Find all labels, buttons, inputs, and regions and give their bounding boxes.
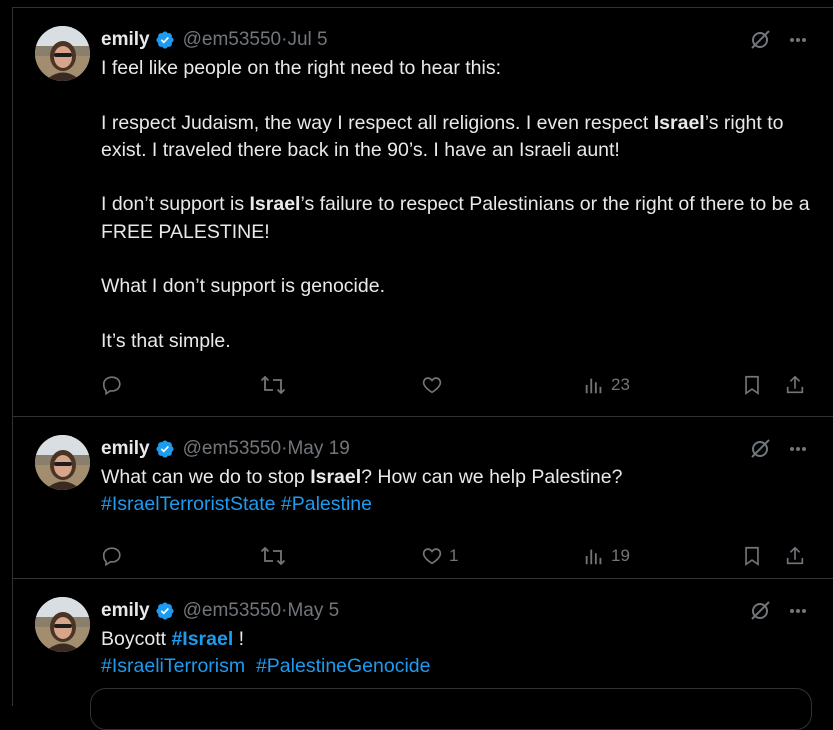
tweet-header: emily @em53550 · May 19 bbox=[101, 438, 350, 460]
tweet-line: Boycott #Israel ! bbox=[101, 628, 245, 650]
tweet-header: emily @em53550 · Jul 5 bbox=[101, 29, 328, 51]
keyword-highlight: Israel bbox=[249, 193, 301, 216]
hashtag-link[interactable]: #PalestineGenocide bbox=[256, 655, 431, 677]
share-icon bbox=[784, 545, 806, 567]
retweet-icon bbox=[260, 545, 286, 567]
grok-icon[interactable] bbox=[748, 28, 772, 52]
retweet-button[interactable] bbox=[260, 545, 292, 567]
tweet-paragraph: What I don’t support is genocide. bbox=[101, 275, 385, 298]
avatar[interactable] bbox=[35, 26, 90, 81]
views-button[interactable]: 19 bbox=[583, 545, 630, 567]
avatar[interactable] bbox=[35, 435, 90, 490]
handle[interactable]: @em53550 bbox=[183, 29, 282, 51]
views-button[interactable]: 23 bbox=[583, 374, 630, 396]
timestamp[interactable]: May 19 bbox=[287, 438, 349, 460]
reply-icon bbox=[101, 374, 123, 396]
hashtag-link[interactable]: #IsraeliTerrorism bbox=[101, 655, 245, 677]
tweet-actions: 23 bbox=[101, 374, 813, 400]
hashtag-link[interactable]: #Israel bbox=[171, 628, 233, 650]
timestamp[interactable]: Jul 5 bbox=[287, 29, 327, 51]
verified-badge-icon bbox=[155, 439, 175, 459]
heart-icon bbox=[421, 545, 443, 567]
share-button[interactable] bbox=[784, 545, 806, 567]
display-name[interactable]: emily bbox=[101, 29, 150, 51]
handle[interactable]: @em53550 bbox=[183, 438, 282, 460]
tweet-header: emily @em53550 · May 5 bbox=[101, 600, 339, 622]
like-button[interactable]: 1 bbox=[421, 545, 458, 567]
tweet-top-actions bbox=[748, 437, 808, 461]
retweet-icon bbox=[260, 374, 286, 396]
hashtag-link[interactable]: #Palestine bbox=[281, 493, 372, 515]
bookmark-button[interactable] bbox=[741, 545, 763, 567]
tweet-top-actions bbox=[748, 599, 808, 623]
tweet-hashtags: #IsraeliTerrorism #PalestineGenocide bbox=[101, 653, 813, 680]
like-count: 1 bbox=[449, 546, 459, 565]
timeline: emily @em53550 · Jul 5 I feel like peopl… bbox=[12, 7, 833, 706]
tweet-actions: 1 19 bbox=[101, 545, 813, 571]
reply-button[interactable] bbox=[101, 545, 129, 567]
more-options-icon[interactable] bbox=[788, 601, 808, 621]
tweet-text: Boycott #Israel ! #IsraeliTerrorism #Pal… bbox=[101, 626, 813, 681]
heart-icon bbox=[421, 374, 443, 396]
verified-badge-icon bbox=[155, 30, 175, 50]
embedded-card-edge[interactable] bbox=[90, 688, 812, 730]
views-count: 19 bbox=[611, 546, 630, 565]
display-name[interactable]: emily bbox=[101, 438, 150, 460]
tweet-hashtags: #IsraelTerroristState #Palestine bbox=[101, 491, 813, 518]
tweet[interactable]: emily @em53550 · Jul 5 I feel like peopl… bbox=[13, 8, 833, 417]
views-icon bbox=[583, 545, 605, 567]
tweet-text: I feel like people on the right need to … bbox=[101, 55, 813, 355]
like-button[interactable] bbox=[421, 374, 449, 396]
bookmark-icon bbox=[741, 545, 763, 567]
tweet-line: What can we do to stop Israel? How can w… bbox=[101, 466, 623, 488]
tweet[interactable]: emily @em53550 · May 19 What can we do t… bbox=[13, 417, 833, 579]
tweet-paragraph: It’s that simple. bbox=[101, 329, 231, 352]
timestamp[interactable]: May 5 bbox=[287, 600, 339, 622]
tweet-text: What can we do to stop Israel? How can w… bbox=[101, 464, 813, 519]
tweet-paragraph: I respect Judaism, the way I respect all… bbox=[101, 111, 784, 161]
grok-icon[interactable] bbox=[748, 599, 772, 623]
share-icon bbox=[784, 374, 806, 396]
tweet-top-actions bbox=[748, 28, 808, 52]
avatar[interactable] bbox=[35, 597, 90, 652]
tweet-paragraph: I don’t support is Israel’s failure to r… bbox=[101, 193, 810, 243]
retweet-button[interactable] bbox=[260, 374, 292, 396]
keyword-highlight: Israel bbox=[653, 111, 705, 134]
reply-icon bbox=[101, 545, 123, 567]
verified-badge-icon bbox=[155, 601, 175, 621]
grok-icon[interactable] bbox=[748, 437, 772, 461]
display-name[interactable]: emily bbox=[101, 600, 150, 622]
tweet[interactable]: emily @em53550 · May 5 Boycott #Israel !… bbox=[13, 579, 833, 706]
keyword-highlight: Israel bbox=[310, 466, 362, 488]
bookmark-icon bbox=[741, 374, 763, 396]
tweet-paragraph: I feel like people on the right need to … bbox=[101, 57, 502, 79]
handle[interactable]: @em53550 bbox=[183, 600, 282, 622]
bookmark-button[interactable] bbox=[741, 374, 763, 396]
reply-button[interactable] bbox=[101, 374, 129, 396]
share-button[interactable] bbox=[784, 374, 806, 396]
views-icon bbox=[583, 374, 605, 396]
hashtag-link[interactable]: #IsraelTerroristState bbox=[101, 493, 275, 515]
more-options-icon[interactable] bbox=[788, 30, 808, 50]
more-options-icon[interactable] bbox=[788, 439, 808, 459]
